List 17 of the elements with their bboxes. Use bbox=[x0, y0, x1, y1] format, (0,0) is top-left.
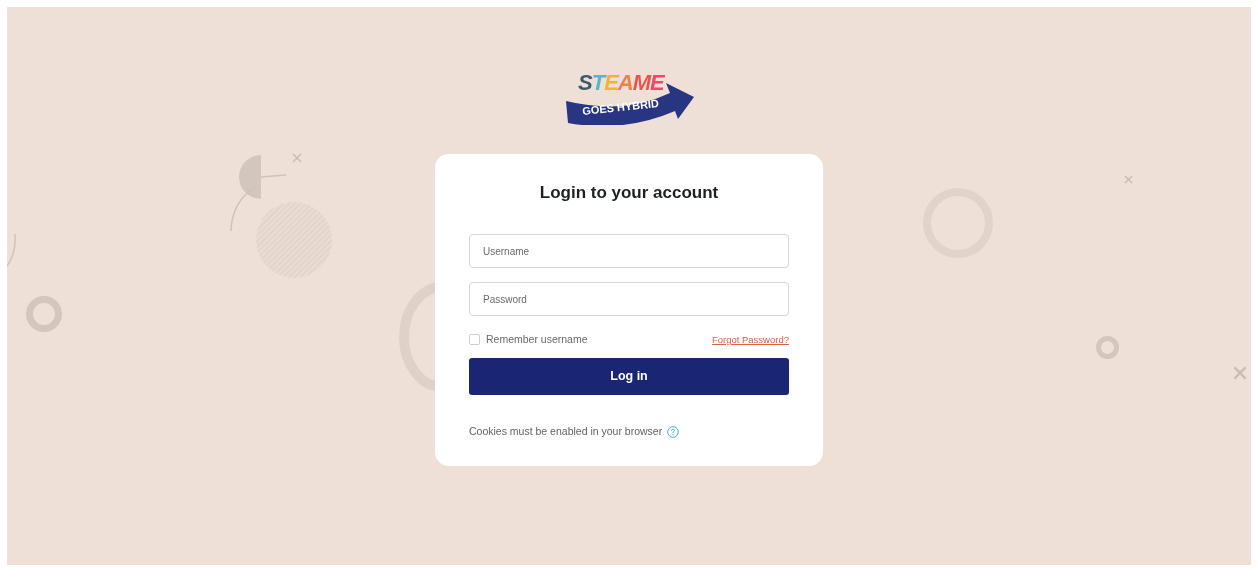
cross-icon bbox=[1124, 175, 1133, 184]
arc-icon bbox=[7, 234, 17, 268]
checkbox-label: Remember username bbox=[486, 332, 588, 347]
cookies-note: Cookies must be enabled in your browser bbox=[469, 423, 663, 439]
card-title: Login to your account bbox=[538, 182, 720, 204]
cross-icon bbox=[1233, 366, 1247, 380]
logo-title: STEAME bbox=[578, 71, 664, 95]
cross-icon bbox=[292, 153, 302, 163]
ring-icon bbox=[26, 296, 62, 332]
logo-subtitle: GOES HYBRID bbox=[581, 97, 660, 117]
input-field[interactable]: Username bbox=[469, 234, 789, 268]
checkbox[interactable] bbox=[469, 334, 480, 346]
login-button[interactable]: Log in bbox=[469, 357, 789, 395]
forgot-password-link[interactable]: Forgot Password? bbox=[711, 332, 789, 347]
input-field[interactable]: Password bbox=[469, 282, 789, 316]
ring-icon bbox=[1096, 336, 1119, 359]
help-icon[interactable] bbox=[667, 425, 680, 438]
